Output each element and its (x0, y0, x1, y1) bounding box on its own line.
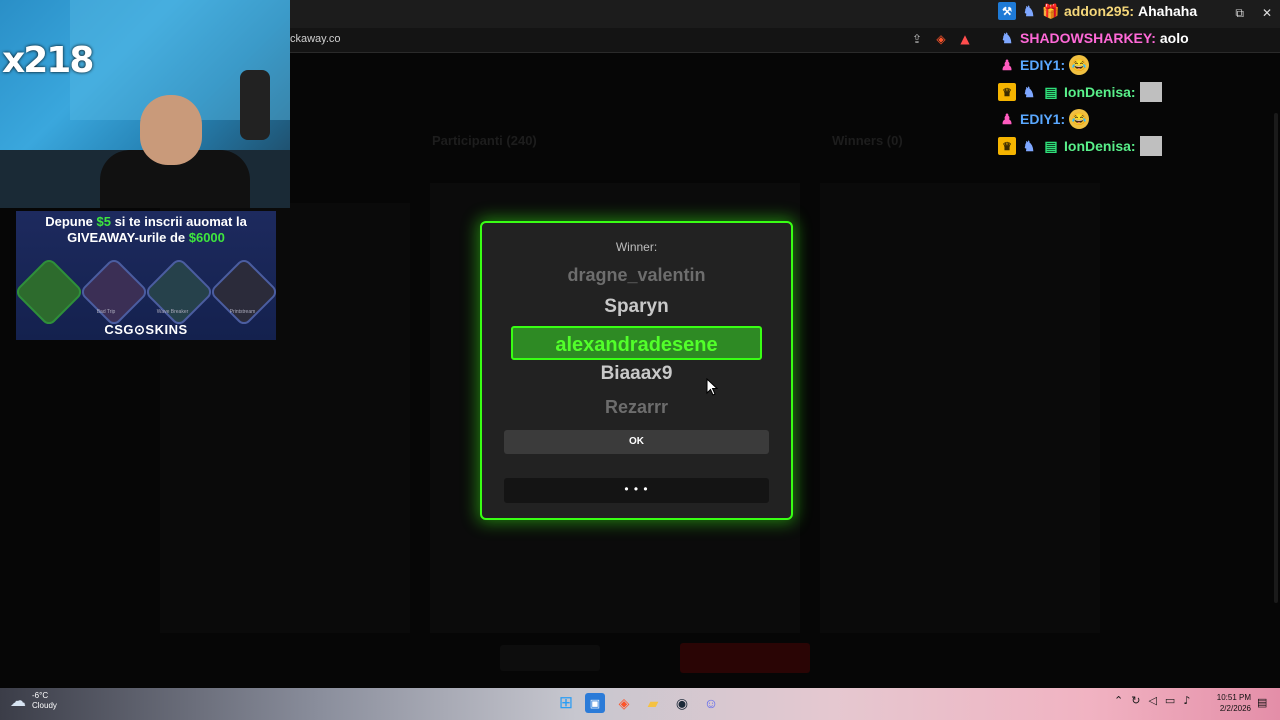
ad-line-2: GIVEAWAY-urile de $6000 (67, 230, 225, 245)
secondary-button[interactable] (500, 645, 600, 671)
chat-message: ♛ ♞ ▤ IonDenisa: (998, 135, 1162, 157)
clock[interactable]: 10:51 PM 2/2/2026 (1213, 692, 1251, 714)
ok-button[interactable]: OK (504, 430, 769, 454)
laughing-emoji-icon: 😂 (1069, 109, 1090, 129)
subscriber-badge-icon: ♟ (1000, 110, 1014, 127)
ad-captions: Bad Trip Wave Breaker Printstream (76, 309, 276, 315)
winners-heading: Winners (0) (832, 133, 903, 148)
crown-badge-icon: ♛ (998, 137, 1016, 155)
store-icon[interactable]: ▣ (585, 693, 605, 713)
mouse-cursor-icon (706, 378, 718, 396)
brave-shield-icon[interactable]: ◈ (934, 32, 948, 46)
reel-name: Biaaax9 (600, 363, 673, 384)
sync-icon[interactable]: ↻ (1131, 694, 1140, 707)
agent-icon (13, 256, 84, 328)
mascot-badge-icon: ♞ (1022, 2, 1036, 19)
chevron-up-icon[interactable]: ⌃ (1114, 694, 1123, 707)
emote-icon (1139, 82, 1162, 102)
display-icon[interactable]: ▭ (1165, 694, 1175, 707)
mascot-badge-icon: ♞ (1022, 83, 1036, 100)
winner-highlight: alexandradesene (511, 326, 762, 360)
ad-caption: Bad Trip (96, 309, 116, 315)
taskbar-apps: ⊞ ▣ ◈ ▰ ◉ ☺ (556, 693, 721, 713)
emote-icon (1139, 136, 1162, 156)
loading-indicator: • • • (504, 478, 769, 503)
reel-name: Rezarrr (604, 397, 669, 417)
winner-modal: Winner: dragne_valentin Sparyn alexandra… (480, 221, 793, 520)
clock-time: 10:51 PM (1216, 693, 1251, 702)
weapon-skin-icon (208, 256, 279, 328)
weapon-skin-icon (143, 256, 214, 328)
reel-name: dragne_valentin (567, 265, 706, 285)
winner-reel: dragne_valentin Sparyn alexandradesene B… (482, 261, 791, 421)
chat-username: IonDenisa: (1064, 138, 1136, 154)
subscriber-badge-icon: ♟ (1000, 56, 1014, 73)
chat-username: EDIY1: (1020, 111, 1066, 127)
discord-icon[interactable]: ☺ (701, 693, 721, 713)
chat-text: aolo (1159, 30, 1189, 46)
chat-message: ♟ EDIY1: 😂 (998, 108, 1090, 130)
share-icon[interactable]: ⇪ (910, 32, 924, 46)
brave-rewards-icon[interactable]: ▲ (958, 32, 972, 46)
danger-button[interactable] (680, 643, 810, 673)
page-scrollbar[interactable] (1274, 113, 1278, 603)
winner-name: alexandradesene (555, 334, 718, 356)
notification-icon[interactable]: ▤ (1257, 696, 1267, 709)
windows-taskbar: ☁ -6°C Cloudy ⊞ ▣ ◈ ▰ ◉ ☺ ⌃ ↻ ◁ ▭ ♪ 10:5… (0, 688, 1280, 720)
browser-toolbar-icons: ⇪ ◈ ▲ (910, 32, 972, 46)
chat-username: EDIY1: (1020, 57, 1066, 73)
laughing-emoji-icon: 😂 (1069, 55, 1090, 75)
brave-browser-icon[interactable]: ◈ (614, 693, 634, 713)
ad-caption: Wave Breaker (156, 309, 189, 315)
chat-text: Ahahaha (1138, 3, 1198, 19)
file-explorer-icon[interactable]: ▰ (643, 693, 663, 713)
cloud-icon: ☁ (10, 693, 26, 710)
url-text[interactable]: ckaway.co (290, 33, 341, 45)
clock-date: 2/2/2026 (1219, 704, 1251, 713)
gift-badge-icon: 🎁 (1042, 2, 1060, 19)
giveaway-ad-banner[interactable]: Depune $5 si te inscrii auomat la GIVEAW… (13, 211, 279, 340)
chat-username: addon295: (1064, 3, 1135, 19)
gift-badge-icon: ▤ (1044, 83, 1058, 100)
chat-username: SHADOWSHARKEY: (1020, 30, 1156, 46)
chat-message: ♟ EDIY1: 😂 (998, 54, 1090, 76)
speaker-icon[interactable]: ◁ (1148, 694, 1156, 707)
ad-weapon-showcase (13, 256, 279, 328)
chat-message: ⚒ ♞ 🎁 addon295: Ahahaha (998, 0, 1197, 22)
gift-badge-icon: ▤ (1044, 137, 1058, 154)
multiplier-text: x218 (2, 40, 94, 81)
weapon-skin-icon (78, 256, 149, 328)
weather-widget[interactable]: ☁ -6°C Cloudy (10, 691, 57, 711)
participants-heading: Participanti (240) (432, 133, 537, 148)
tool-badge-icon: ⚒ (998, 2, 1016, 20)
chat-message: ♛ ♞ ▤ IonDenisa: (998, 81, 1162, 103)
crown-badge-icon: ♛ (998, 83, 1016, 101)
weather-temp: -6°C (32, 691, 49, 700)
winners-panel (820, 183, 1100, 633)
ad-caption: Printstream (229, 309, 256, 315)
close-window-button[interactable]: ✕ (1262, 6, 1272, 20)
streamer-head (140, 95, 202, 165)
system-tray: ⌃ ↻ ◁ ▭ ♪ (1114, 694, 1190, 707)
chat-username: IonDenisa: (1064, 84, 1136, 100)
steam-icon[interactable]: ◉ (672, 693, 692, 713)
microphone-icon (240, 70, 270, 140)
windows-start-icon[interactable]: ⊞ (556, 693, 576, 713)
restore-window-button[interactable]: ⧉ (1235, 6, 1244, 21)
window-controls: ⧉ ✕ (1235, 0, 1272, 26)
winner-label: Winner: (615, 240, 658, 254)
csgoskins-logo: CSG⊙SKINS (104, 322, 188, 337)
mascot-badge-icon: ♞ (1022, 137, 1036, 154)
weather-desc: Cloudy (32, 701, 57, 710)
volume-icon[interactable]: ♪ (1183, 694, 1190, 707)
mascot-badge-icon: ♞ (1000, 29, 1014, 46)
chat-message: ♞ SHADOWSHARKEY: aolo (998, 27, 1189, 49)
reel-name: Sparyn (604, 296, 669, 317)
ad-line-1: Depune $5 si te inscrii auomat la (45, 214, 247, 229)
webcam-overlay: x218 (0, 0, 290, 208)
